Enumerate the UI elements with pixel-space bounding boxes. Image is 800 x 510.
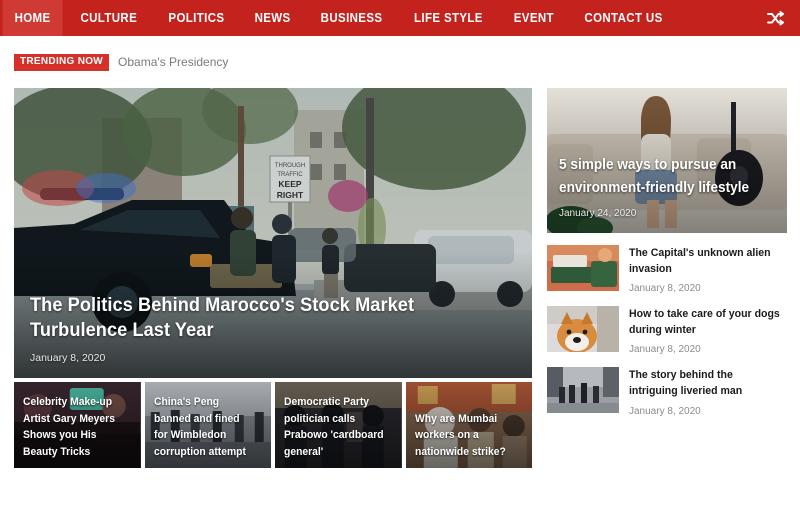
hero-article-card[interactable]: THROUGH TRAFFIC KEEP RIGHT The Politics … (14, 88, 532, 378)
trending-badge: TRENDING NOW (14, 53, 110, 71)
thumbnail-card[interactable]: Democratic Party politician calls Prabow… (275, 382, 402, 468)
sidebar-item-body: How to take care of your dogs during win… (629, 306, 787, 355)
thumbnail-card[interactable]: China's Peng banned and fined for Wimble… (144, 382, 271, 468)
nav-item-business[interactable]: BUSINESS (308, 0, 394, 36)
thumbnail-title: Democratic Party politician calls Prabow… (284, 396, 384, 458)
nav-item-politics[interactable]: POLITICS (156, 0, 236, 36)
nav-item-label: CULTURE (80, 11, 138, 25)
thumbnail-card[interactable]: Why are Mumbai workers on a nationwide s… (405, 382, 532, 468)
nav-item-label: LIFE STYLE (413, 11, 483, 25)
sidebar-item-thumbnail (547, 245, 619, 291)
sidebar-item-date: January 8, 2020 (629, 405, 701, 417)
main-navigation: HOME CULTURE POLITICS NEWS BUSINESS LIFE… (0, 0, 800, 36)
thumbnail-title: China's Peng banned and fined for Wimble… (153, 396, 246, 458)
sidebar-item-body: The story behind the intriguing liveried… (629, 367, 787, 416)
hero-overlay: The Politics Behind Marocco's Stock Mark… (14, 251, 532, 378)
nav-item-life-style[interactable]: LIFE STYLE (402, 0, 495, 36)
nav-item-event[interactable]: EVENT (501, 0, 565, 36)
sidebar-column: 5 simple ways to pursue an environment-f… (547, 88, 787, 429)
thumbnail-overlay: Why are Mumbai workers on a nationwide s… (405, 382, 532, 468)
nav-item-news[interactable]: NEWS (242, 0, 302, 36)
thumbnail-overlay: Celebrity Make-up Artist Gary Meyers Sho… (14, 382, 141, 468)
shuffle-icon[interactable] (751, 0, 800, 36)
nav-item-home[interactable]: HOME (2, 0, 63, 36)
hero-title: The Politics Behind Marocco's Stock Mark… (30, 294, 415, 341)
sidebar-list-item[interactable]: How to take care of your dogs during win… (547, 306, 787, 355)
thumbnail-card[interactable]: Celebrity Make-up Artist Gary Meyers Sho… (14, 382, 141, 468)
nav-item-label: HOME (14, 11, 51, 25)
trending-bar: TRENDING NOW Obama's Presidency (0, 36, 800, 88)
sidebar-item-date: January 8, 2020 (629, 344, 701, 356)
sidebar-item-body: The Capital's unknown alien invasion Jan… (629, 245, 787, 294)
sidebar-feature-title-line1: 5 simple ways to pursue an (559, 157, 737, 174)
thumbnail-overlay: China's Peng banned and fined for Wimble… (144, 382, 271, 468)
sidebar-item-title: How to take care of your dogs during win… (629, 308, 780, 336)
sidebar-article-list: The Capital's unknown alien invasion Jan… (547, 245, 787, 417)
thumbnail-overlay: Democratic Party politician calls Prabow… (275, 382, 402, 468)
thumbnail-row: Celebrity Make-up Artist Gary Meyers Sho… (14, 382, 532, 468)
sidebar-feature-card[interactable]: 5 simple ways to pursue an environment-f… (547, 88, 787, 233)
sidebar-item-thumbnail (547, 306, 619, 353)
nav-item-contact-us[interactable]: CONTACT US (573, 0, 675, 36)
nav-item-culture[interactable]: CULTURE (69, 0, 150, 36)
sidebar-feature-overlay: 5 simple ways to pursue an environment-f… (547, 88, 787, 233)
nav-item-label: CONTACT US (584, 11, 663, 25)
sidebar-item-title: The story behind the intriguing liveried… (629, 369, 743, 398)
sidebar-feature-date: January 24, 2020 (559, 208, 637, 219)
hero-date: January 8, 2020 (30, 352, 106, 364)
sidebar-item-date: January 8, 2020 (629, 283, 701, 295)
sidebar-item-thumbnail (547, 367, 619, 414)
sidebar-list-item[interactable]: The story behind the intriguing liveried… (547, 367, 787, 417)
content-wrapper: THROUGH TRAFFIC KEEP RIGHT The Politics … (0, 88, 800, 468)
sidebar-list-item[interactable]: The Capital's unknown alien invasion Jan… (547, 245, 787, 294)
sidebar-item-title: The Capital's unknown alien invasion (629, 247, 771, 275)
nav-item-label: BUSINESS (320, 11, 383, 25)
thumbnail-title: Why are Mumbai workers on a nationwide s… (414, 412, 506, 458)
sidebar-feature-title: 5 simple ways to pursue an environment-f… (559, 154, 762, 199)
nav-item-label: NEWS (254, 11, 291, 25)
nav-item-label: POLITICS (168, 11, 225, 25)
main-column: THROUGH TRAFFIC KEEP RIGHT The Politics … (14, 88, 532, 468)
thumbnail-title: Celebrity Make-up Artist Gary Meyers Sho… (23, 396, 115, 458)
nav-item-label: EVENT (513, 11, 554, 25)
sidebar-feature-title-line2: environment-friendly lifestyle (559, 179, 750, 196)
trending-headline[interactable]: Obama's Presidency (118, 55, 228, 69)
nav-item-list: HOME CULTURE POLITICS NEWS BUSINESS LIFE… (0, 0, 679, 36)
